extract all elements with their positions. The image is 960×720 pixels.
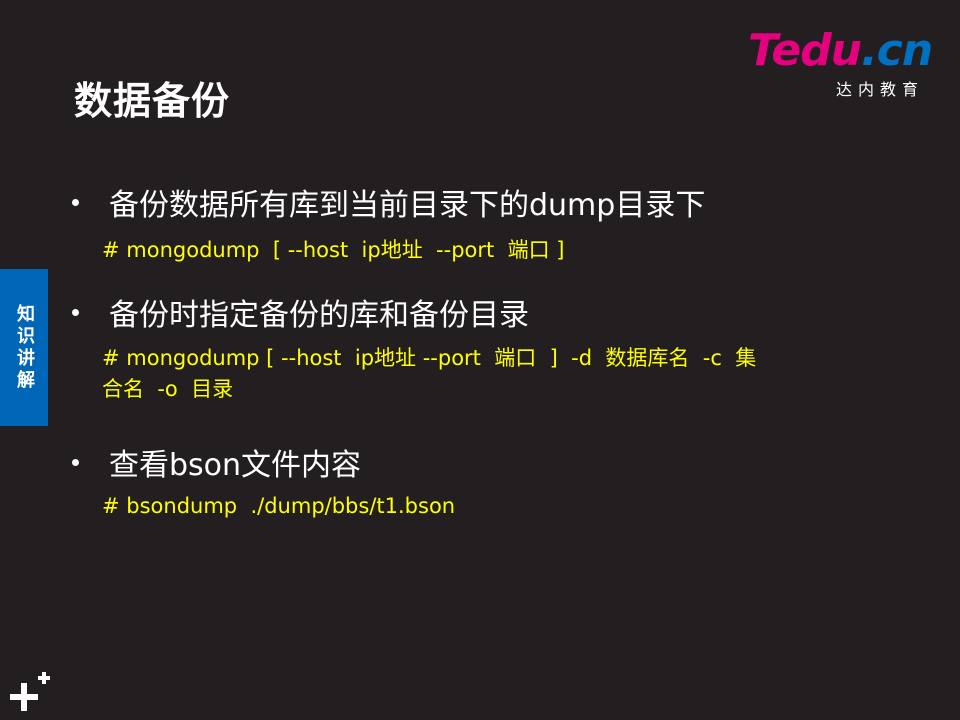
bullet-text: 备份数据所有库到当前目录下的dump目录下 (109, 188, 706, 223)
command-text-line-1: # mongodump [ --host ip地址 --port 端口 ] -d… (102, 346, 757, 370)
command-text-line-2: 合名 -o 目录 (102, 377, 234, 401)
command-text: # mongodump [ --host ip地址 --port 端口 ] (102, 238, 565, 262)
bullet-dot-icon (72, 198, 79, 206)
slide-title: 数据备份 (74, 79, 231, 123)
bullet-dot-icon (72, 458, 79, 466)
logo-subtitle: 达内教育 (835, 80, 924, 99)
logo-wordmark: Tedu.cn (748, 25, 933, 76)
command-text: # bsondump ./dump/bbs/t1.bson (102, 494, 456, 518)
bullet-item-1: 备份数据所有库到当前目录下的dump目录下 (72, 180, 705, 224)
tedu-logo: Tedu.cn 达内教育 (748, 28, 938, 100)
bullet-text: 查看bson文件内容 (109, 448, 362, 483)
bullet-text: 备份时指定备份的库和备份目录 (109, 298, 529, 333)
bullet-dot-icon (72, 308, 79, 316)
bullet-item-2: 备份时指定备份的库和备份目录 (72, 290, 529, 334)
bullet-item-3: 查看bson文件内容 (72, 440, 361, 484)
plus-icon (10, 672, 50, 711)
side-tab-knowledge: 知识讲解 (0, 269, 48, 426)
side-tab-label: 知识讲解 (14, 303, 35, 392)
